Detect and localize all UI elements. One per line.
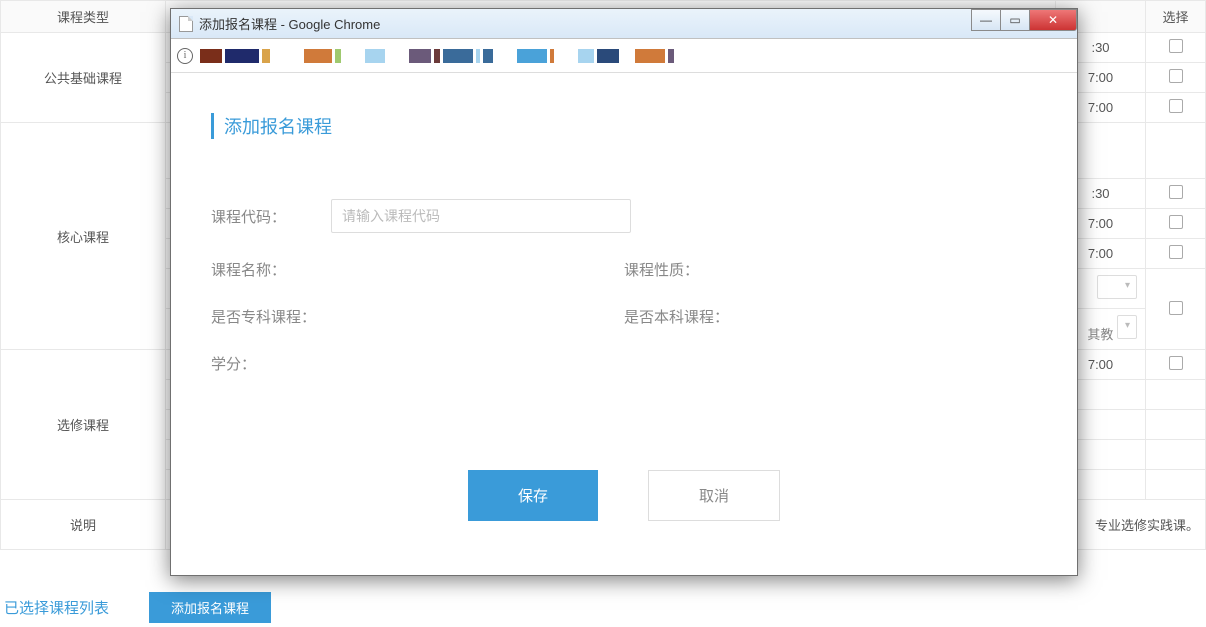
url-segment [517,49,547,63]
label-credit: 学分： [211,353,331,374]
dropdown[interactable] [1117,315,1137,339]
url-segment [200,49,222,63]
label-zhuanke: 是否专科课程： [211,306,351,327]
url-segment [635,49,665,63]
row-checkbox[interactable] [1169,215,1183,229]
extra-text: 其教 [1087,327,1113,342]
cancel-button[interactable]: 取消 [648,470,780,521]
url-segment [262,49,270,63]
url-segment [476,49,480,63]
url-segment [483,49,493,63]
label-name: 课程名称： [211,259,331,280]
header-type: 课程类型 [1,1,166,33]
url-segment [578,49,594,63]
url-segment [434,49,440,63]
document-icon [179,16,193,32]
row-checkbox[interactable] [1169,39,1183,53]
url-bar[interactable]: i [171,39,1077,73]
url-segment [668,49,674,63]
url-segment [225,49,259,63]
minimize-button[interactable]: — [971,9,1001,31]
label-benke: 是否本科课程： [624,306,764,327]
dropdown[interactable] [1097,275,1137,299]
header-select: 选择 [1146,1,1206,33]
selected-courses-link[interactable]: 已选择课程列表 [4,597,109,618]
url-segment [409,49,431,63]
maximize-button[interactable]: ▭ [1000,9,1030,31]
save-button[interactable]: 保存 [468,470,598,521]
course-code-input[interactable] [331,199,631,233]
row-checkbox[interactable] [1169,301,1183,315]
url-segment [597,49,619,63]
label-nature: 课程性质： [624,259,744,280]
url-segment [365,49,385,63]
type-note: 说明 [1,500,166,550]
chrome-window: 添加报名课程 - Google Chrome — ▭ ✕ i 添加报名课 [170,8,1078,576]
dialog-content: 添加报名课程 课程代码： 课程名称： 课程性质： 是否专科课程： 是否本科课程：… [171,73,1077,541]
row-checkbox[interactable] [1169,356,1183,370]
row-checkbox[interactable] [1169,245,1183,259]
row-checkbox[interactable] [1169,99,1183,113]
type-elective: 选修课程 [1,350,166,500]
label-code: 课程代码： [211,206,331,227]
url-segment [443,49,473,63]
window-title: 添加报名课程 - Google Chrome [199,14,380,33]
close-button[interactable]: ✕ [1029,9,1077,31]
info-icon[interactable]: i [177,48,193,64]
url-segment [550,49,554,63]
title-bar[interactable]: 添加报名课程 - Google Chrome — ▭ ✕ [171,9,1077,39]
type-core: 核心课程 [1,123,166,350]
bottom-bar: 已选择课程列表 添加报名课程 [0,587,1206,627]
add-course-button[interactable]: 添加报名课程 [149,592,271,623]
row-checkbox[interactable] [1169,185,1183,199]
dialog-title: 添加报名课程 [211,113,1037,139]
type-public-basic: 公共基础课程 [1,33,166,123]
url-segment [304,49,332,63]
url-segment [335,49,341,63]
row-checkbox[interactable] [1169,69,1183,83]
